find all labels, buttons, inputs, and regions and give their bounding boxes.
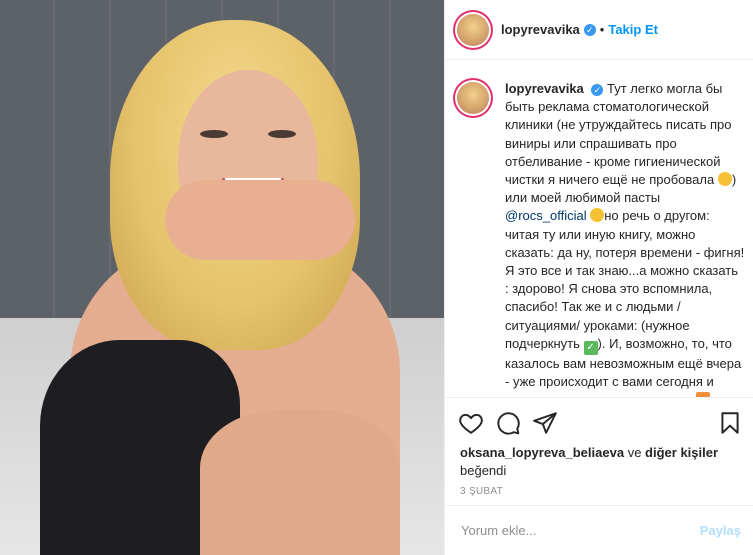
grinning-emoji-icon [717, 172, 732, 187]
post-image[interactable] [0, 0, 444, 555]
paper-plane-icon[interactable] [532, 410, 558, 436]
post-date[interactable]: 3 ŞUBAT [460, 486, 503, 497]
header-username[interactable]: lopyrevavika [501, 22, 580, 37]
check-mark-emoji-icon: ✓ [583, 340, 598, 355]
others-link[interactable]: diğer kişiler [645, 445, 718, 460]
post-header: lopyrevavika ✓ • Takip Et [445, 0, 753, 60]
heart-icon[interactable] [458, 410, 484, 436]
comment-bar: Paylaş [445, 505, 753, 555]
liked-verb: beğendi [460, 463, 507, 478]
separator-dot: • [599, 22, 605, 37]
bookmark-icon[interactable] [717, 410, 743, 436]
mention-link[interactable]: @rocs_official [505, 208, 587, 223]
post-sidebar: lopyrevavika ✓ • Takip Et lopyrevavika ✓… [444, 0, 753, 555]
photo-figure-legs [200, 410, 400, 555]
photo-figure-eye [200, 130, 228, 138]
likes-summary: oksana_lopyreva_beliaeva ve diğer kişile… [460, 444, 750, 480]
action-bar [445, 398, 753, 448]
follow-button[interactable]: Takip Et [608, 22, 658, 37]
comment-input[interactable] [459, 522, 683, 539]
caption-section: lopyrevavika ✓ Тут легко могла бы быть р… [445, 60, 753, 398]
photo-figure-eye [268, 130, 296, 138]
grinning-emoji-icon [590, 208, 605, 223]
caption-text: lopyrevavika ✓ Тут легко могла бы быть р… [505, 80, 745, 397]
verified-badge-icon: ✓ [591, 83, 604, 96]
liker-username[interactable]: oksana_lopyreva_beliaeva [460, 445, 624, 460]
avatar[interactable] [457, 13, 489, 46]
caption-text-part: но речь о другом: читая ту или иную книг… [505, 208, 745, 351]
verified-badge-icon: ✓ [583, 23, 596, 36]
post-comment-button[interactable]: Paylaş [700, 523, 741, 538]
caption-avatar[interactable] [457, 82, 489, 114]
photo-figure-hands [165, 180, 355, 260]
likes-connector: ve [627, 445, 642, 460]
caption-username[interactable]: lopyrevavika [505, 81, 584, 96]
comment-icon[interactable] [495, 410, 521, 436]
caption-text-part: Тут легко могла бы быть реклама стоматол… [505, 81, 732, 188]
